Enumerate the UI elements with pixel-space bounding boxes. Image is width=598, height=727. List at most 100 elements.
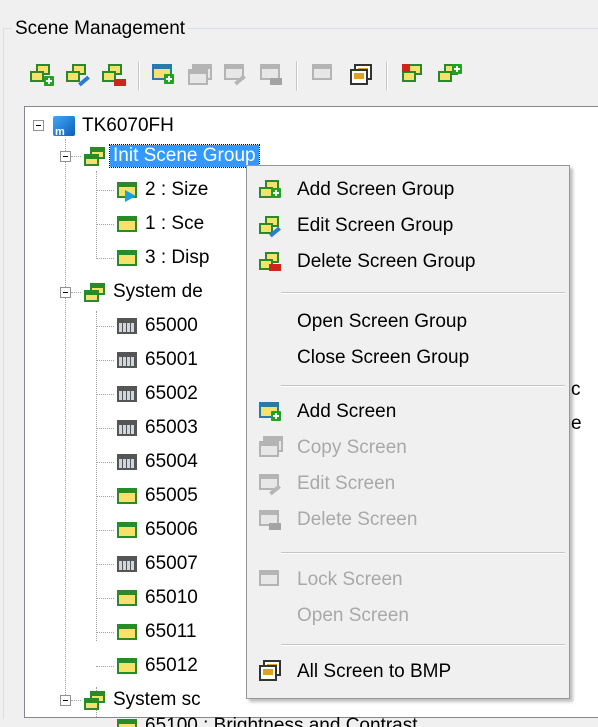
edit-screen-group-icon [257,214,283,238]
tree-screen-label: 65003 [145,417,198,438]
tree-connector [96,428,114,429]
menu-separator [281,292,565,294]
edit-screen-group-button[interactable] [62,58,94,92]
tree-screen[interactable]: 65001 [115,345,198,375]
toolbar [26,58,598,94]
system-screen-icon [115,348,139,372]
toolbar-separator [138,61,140,91]
tree-connector [96,666,114,667]
tree-screen[interactable]: 2 : Size [115,175,208,205]
tree-screen[interactable]: 65005 [115,481,198,511]
tree-screen-label: 65004 [145,451,198,472]
screen-icon [115,713,139,727]
tree-screen-label: 65100 : Brightness and Contrast [145,715,418,727]
menu-item-open-screen-group[interactable]: Open Screen Group [247,304,567,340]
menu-item-add-screen[interactable]: Add Screen [247,394,567,430]
tree-group-init-scene[interactable]: Init Scene Group [83,141,260,171]
edit-screen-icon [257,472,283,496]
startup-screen-icon [115,178,139,202]
edit-screen-button[interactable] [220,58,252,92]
menu-item-label: Delete Screen Group [297,251,476,272]
add-screen-button[interactable] [148,58,180,92]
tree-screen[interactable]: 65004 [115,447,198,477]
edit-screen-group-icon [66,64,90,87]
add-screen-group-button[interactable] [26,58,58,92]
screen-group-icon [83,144,107,168]
menu-item-edit-screen[interactable]: Edit Screen [247,466,567,502]
root-expander[interactable] [33,120,44,131]
add-screen-icon [152,64,176,86]
tree-connector [96,394,114,395]
tree-connector [96,224,114,225]
all-screen-to-bmp-button[interactable] [344,58,376,92]
tree-screen-label: 65001 [145,349,198,370]
screen-icon [115,212,139,236]
delete-screen-button[interactable] [256,58,288,92]
tree-connector [96,564,114,565]
menu-item-label: Lock Screen [297,569,403,590]
menu-item-add-screen-group[interactable]: Add Screen Group [247,172,567,208]
group-expander[interactable] [60,287,71,298]
tree-overflow-text: e [571,413,582,434]
tree-screen[interactable]: 3 : Disp [115,243,209,273]
menu-separator [281,385,565,387]
tree-connector [96,462,114,463]
all-screen-to-bmp-icon [257,660,283,684]
tree-screen[interactable]: 65003 [115,413,198,443]
tree-screen[interactable]: 65100 : Brightness and Contrast [115,713,418,727]
delete-screen-icon [257,508,283,532]
group-expander[interactable] [60,695,71,706]
menu-item-edit-screen-group[interactable]: Edit Screen Group [247,208,567,244]
tree-screen[interactable]: 1 : Sce [115,209,204,239]
tree-screen-label: 2 : Size [145,179,209,200]
edit-screen-icon [224,64,248,86]
delete-screen-icon [260,64,284,86]
menu-item-all-screen-to-bmp[interactable]: All Screen to BMP [247,654,567,690]
screen-group-icon [83,688,107,712]
menu-item-open-screen[interactable]: Open Screen [247,598,567,634]
menu-item-close-screen-group[interactable]: Close Screen Group [247,340,567,376]
add-screen-group-icon [257,178,283,202]
delete-screen-group-icon [102,64,126,86]
lock-screen-button[interactable] [308,58,340,92]
tree-root-label: TK6070FH [82,115,174,136]
delete-screen-group-icon [257,250,283,274]
lock-screen-icon [257,568,283,592]
menu-item-lock-screen[interactable]: Lock Screen [247,562,567,598]
tree-screen-label: 65005 [145,485,198,506]
menu-item-label: Copy Screen [297,437,407,458]
menu-item-label: Close Screen Group [297,347,470,368]
tree-connector [96,598,114,599]
add-screen-group-icon [30,64,54,86]
tree-connector [65,139,66,701]
delete-screen-group-button[interactable] [98,58,130,92]
open-screen-group-icon [402,64,424,84]
tree-connector [96,171,97,259]
screen-icon [115,518,139,542]
tree-screen[interactable]: 65006 [115,515,198,545]
tree-screen[interactable]: 65000 [115,311,198,341]
screen-icon [115,620,139,644]
menu-item-label: Open Screen Group [297,311,468,332]
tree-screen[interactable]: 65002 [115,379,198,409]
context-menu: Add Screen Group Edit Screen Group Delet… [246,165,570,699]
menu-item-copy-screen[interactable]: Copy Screen [247,430,567,466]
tree-screen-label: 65011 [145,621,197,642]
menu-item-delete-screen-group[interactable]: Delete Screen Group [247,244,567,280]
tree-screen[interactable]: 65007 [115,549,198,579]
menu-item-delete-screen[interactable]: Delete Screen [247,502,567,538]
tree-screen[interactable]: 65012 [115,651,198,681]
menu-item-label: Edit Screen [297,473,396,494]
system-screen-icon [115,552,139,576]
tree-root[interactable]: TK6070FH [52,111,174,141]
close-screen-group-button[interactable] [434,58,466,92]
open-screen-group-button[interactable] [398,58,430,92]
tree-group-system-screen[interactable]: System sc [83,685,201,715]
group-expander[interactable] [60,151,71,162]
panel-title: Scene Management [12,18,189,40]
menu-item-label: All Screen to BMP [297,661,452,682]
tree-group-system-default[interactable]: System de [83,277,203,307]
copy-screen-button[interactable] [184,58,216,92]
tree-screen[interactable]: 65011 [115,617,196,647]
tree-screen[interactable]: 65010 [115,583,198,613]
